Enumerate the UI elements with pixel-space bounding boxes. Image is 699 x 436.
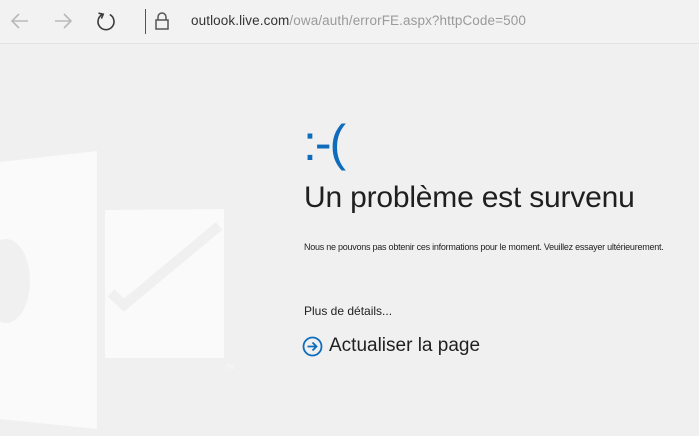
error-page: TM :-( Un problème est survenu Nous ne p… — [0, 45, 699, 436]
circle-arrow-right-icon — [302, 336, 323, 356]
back-button[interactable] — [5, 6, 35, 36]
url-host: outlook.live.com — [191, 13, 290, 28]
refresh-icon — [97, 12, 115, 31]
error-message: Nous ne pouvons pas obtenir ces informat… — [304, 242, 664, 252]
svg-text:TM: TM — [226, 365, 235, 371]
browser-toolbar: outlook.live.com/owa/auth/errorFE.aspx?h… — [0, 0, 699, 44]
toolbar-divider — [145, 9, 146, 34]
more-details-link[interactable]: Plus de détails... — [304, 303, 392, 319]
forward-arrow-icon — [55, 13, 73, 29]
lock-icon — [155, 12, 169, 30]
refresh-page-label: Actualiser la page — [329, 335, 481, 356]
refresh-page-link[interactable]: Actualiser la page — [302, 334, 480, 358]
forward-button[interactable] — [48, 6, 78, 36]
error-title: Un problème est survenu — [304, 181, 635, 214]
sad-face-emoticon: :-( — [303, 115, 346, 171]
url-path: /owa/auth/errorFE.aspx?httpCode=500 — [289, 13, 526, 28]
refresh-button[interactable] — [91, 6, 121, 36]
outlook-logo-icon: TM — [0, 151, 235, 429]
address-bar-url[interactable]: outlook.live.com/owa/auth/errorFE.aspx?h… — [191, 13, 526, 28]
back-arrow-icon — [10, 13, 28, 29]
